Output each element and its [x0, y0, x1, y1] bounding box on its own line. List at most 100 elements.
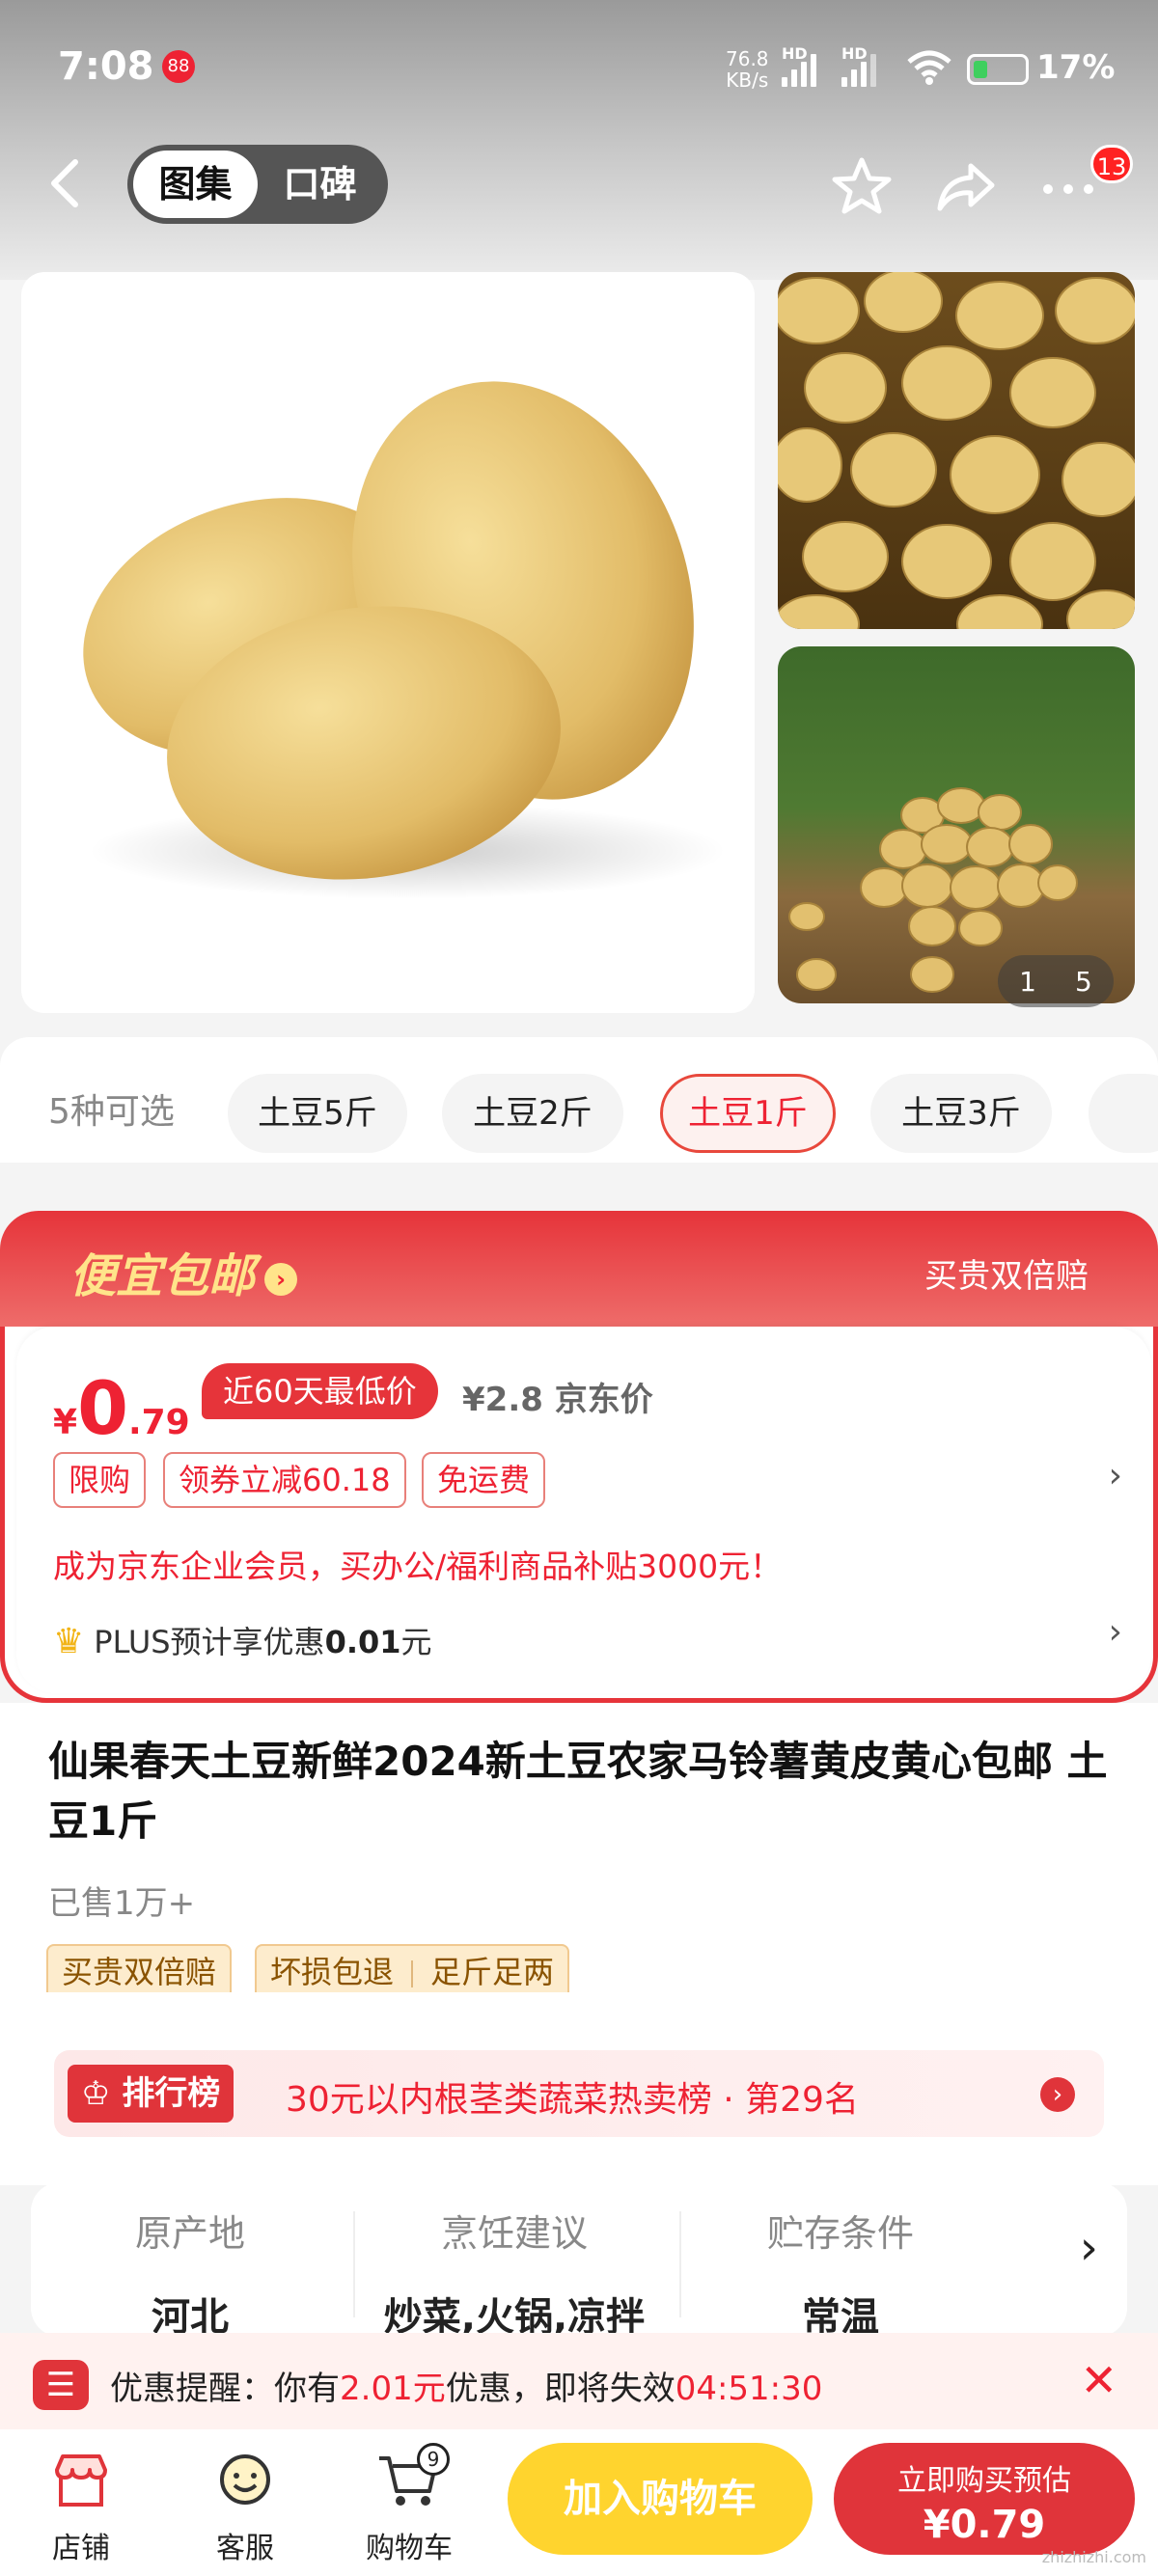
chevron-right-icon[interactable]: ›	[1109, 1612, 1122, 1652]
signal-2-label: HD	[841, 44, 868, 63]
ranking-banner[interactable]: ♔ 排行榜 30元以内根茎类蔬菜热卖榜 · 第29名 ›	[54, 2050, 1104, 2137]
reminder-countdown: 04:51:30	[675, 2370, 823, 2408]
buy-now-price: ¥0.79	[923, 2503, 1046, 2547]
variant-selector: 5种可选 土豆5斤 土豆2斤 土豆1斤 土豆3斤	[0, 1037, 1158, 1163]
promo-title-text: 便宜包邮	[69, 1249, 256, 1303]
nav-shop-label: 店铺	[52, 2532, 110, 2565]
variant-chip[interactable]: 土豆5斤	[228, 1074, 407, 1153]
chevron-right-icon[interactable]: ›	[1080, 2221, 1098, 2275]
product-info: 仙果春天土豆新鲜2024新土豆农家马铃薯黄皮黄心包邮 土豆1斤 已售1万+ 买贵…	[0, 1703, 1158, 2000]
ranking-section: ♔ 排行榜 30元以内根茎类蔬菜热卖榜 · 第29名 ›	[0, 1992, 1158, 2185]
attribute-key: 贮存条件	[766, 2212, 914, 2255]
attribute-key: 原产地	[134, 2212, 245, 2255]
reminder-middle: 优惠，即将失效	[445, 2370, 676, 2408]
variant-count: 5种可选	[48, 1092, 175, 1132]
add-to-cart-button[interactable]: 加入购物车	[508, 2443, 813, 2555]
promo-title: 便宜包邮 ›	[69, 1238, 298, 1305]
product-gallery: 1 5	[0, 260, 1158, 1032]
buy-now-button[interactable]: 立即购买预估 ¥0.79	[834, 2443, 1135, 2555]
chevron-right-icon[interactable]: ›	[1109, 1456, 1122, 1495]
status-bar: 7:08 88 76.8 KB/s HD HD 17%	[0, 0, 1158, 135]
attribute-key: 烹饪建议	[440, 2212, 588, 2255]
tab-reviews[interactable]: 口碑	[258, 151, 382, 218]
variant-chip-selected[interactable]: 土豆1斤	[660, 1074, 836, 1153]
app-notification-icon: 88	[162, 50, 195, 83]
ranking-text: 30元以内根茎类蔬菜热卖榜 · 第29名	[286, 2080, 859, 2120]
chevron-right-icon: ›	[264, 1263, 298, 1296]
signal-icon-2: HD	[841, 44, 876, 87]
trophy-icon: ♔	[81, 2074, 123, 2113]
bottom-action-bar: 店铺 客服 9 购物车 加入购物车 立即购买预估 ¥0.79 zhizhizhi…	[0, 2429, 1158, 2576]
double-refund-guarantee: 买贵双倍赔	[924, 1257, 1089, 1296]
gallery-counter: 1 5	[998, 955, 1114, 1007]
current-price: ¥0.79	[53, 1365, 190, 1451]
battery-percent: 17%	[1036, 48, 1116, 87]
price-decimal: .79	[127, 1403, 190, 1442]
jd-reference-price: ¥2.8 京东价	[462, 1381, 653, 1419]
buy-now-label: 立即购买预估	[897, 2464, 1071, 2498]
variant-chip[interactable]: 土豆3斤	[870, 1074, 1052, 1153]
plus-unit: 元	[400, 1624, 432, 1660]
nav-service-label: 客服	[216, 2532, 274, 2565]
thumbnail-image-2[interactable]	[778, 646, 1135, 1003]
price-card: ¥0.79 近60天最低价 ¥2.8 京东价 限购 领券立减60.18 免运费 …	[0, 1327, 1158, 1703]
back-icon[interactable]	[46, 154, 96, 212]
price-card-inner: ¥0.79 近60天最低价 ¥2.8 京东价 限购 领券立减60.18 免运费 …	[16, 1327, 1151, 1693]
thumbnail-image-1[interactable]	[778, 272, 1135, 629]
cart-icon: 9	[342, 2443, 477, 2514]
signal-icon-1: HD	[782, 44, 816, 87]
gallery-counter-total: 5	[1075, 965, 1092, 998]
gallery-counter-current: 1	[1019, 965, 1036, 998]
coupon-tag[interactable]: 领券立减60.18	[163, 1452, 406, 1508]
status-time: 7:08	[58, 44, 154, 89]
more-badge: 13	[1090, 145, 1133, 183]
price-integer: 0	[77, 1365, 128, 1451]
attribute-origin: 原产地 河北	[31, 2204, 349, 2342]
attribute-cooking: 烹饪建议 炒菜,火锅,凉拌	[355, 2204, 674, 2342]
plus-value: 0.01	[324, 1624, 401, 1660]
battery-icon	[967, 54, 1029, 85]
network-speed: 76.8 KB/s	[726, 48, 769, 91]
crown-icon: ♛	[53, 1622, 85, 1661]
reminder-amount: 2.01元	[340, 2370, 446, 2408]
ranking-badge-label: 排行榜	[122, 2074, 221, 2113]
menu-icon: ☰	[33, 2360, 89, 2410]
lowest-price-badge: 近60天最低价	[202, 1363, 438, 1419]
nav-cart[interactable]: 9 购物车	[342, 2443, 477, 2566]
product-attributes[interactable]: 原产地 河北 烹饪建议 炒菜,火锅,凉拌 贮存条件 常温 ›	[31, 2182, 1127, 2340]
chevron-right-icon[interactable]: ›	[1040, 2077, 1075, 2112]
nav-cart-label: 购物车	[366, 2532, 453, 2565]
tab-gallery[interactable]: 图集	[133, 151, 258, 218]
main-product-image[interactable]	[21, 272, 755, 1013]
star-icon[interactable]	[828, 152, 896, 220]
watermark: zhizhizhi.com	[1041, 2548, 1146, 2566]
nav-service[interactable]: 客服	[178, 2447, 313, 2566]
close-icon[interactable]: ✕	[1080, 2354, 1117, 2406]
price-currency: ¥	[53, 1403, 78, 1442]
enterprise-member-promo[interactable]: 成为京东企业会员，买办公/福利商品补贴3000元！	[53, 1541, 782, 1587]
plus-discount[interactable]: ♛ PLUS预计享优惠0.01元	[53, 1618, 432, 1662]
promo-block: 便宜包邮 › 买贵双倍赔 ¥0.79 近60天最低价 ¥2.8 京东价 限购 领券…	[0, 1211, 1158, 1703]
wifi-icon	[907, 50, 951, 95]
service-tag: 足斤足两	[430, 1954, 555, 1990]
divider	[411, 1960, 414, 1987]
discount-reminder[interactable]: ☰ 优惠提醒：你有2.01元优惠，即将失效04:51:30 ✕	[0, 2333, 1158, 2429]
ranking-badge: ♔ 排行榜	[68, 2065, 234, 2123]
service-tag: 坏损包退	[270, 1954, 395, 1990]
network-speed-unit: KB/s	[726, 69, 769, 92]
promo-tag: 限购	[53, 1452, 147, 1508]
sold-count: 已售1万+	[48, 1884, 196, 1923]
plus-label: PLUS预计享优惠	[94, 1624, 325, 1660]
nav-shop[interactable]: 店铺	[14, 2447, 149, 2566]
service-icon	[178, 2447, 313, 2514]
attribute-storage: 贮存条件 常温	[681, 2204, 1000, 2342]
promo-tag: 免运费	[422, 1452, 546, 1508]
variant-chip[interactable]: 土豆2斤	[442, 1074, 623, 1153]
product-title: 仙果春天土豆新鲜2024新土豆农家马铃薯黄皮黄心包邮 土豆1斤	[48, 1738, 1108, 1845]
shop-icon	[14, 2447, 149, 2514]
network-speed-value: 76.8	[726, 47, 769, 70]
reminder-text: 优惠提醒：你有2.01元优惠，即将失效04:51:30	[110, 2362, 822, 2409]
signal-1-label: HD	[782, 44, 808, 63]
share-icon[interactable]	[932, 152, 1000, 220]
variant-chip-partial[interactable]	[1089, 1074, 1158, 1153]
